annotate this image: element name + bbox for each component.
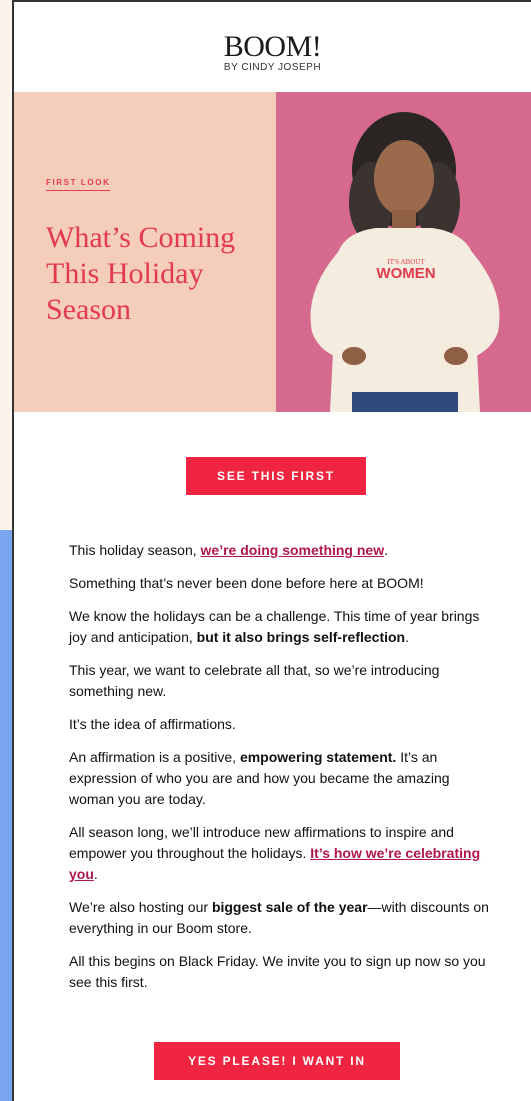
hero-banner: FIRST LOOK What’s Coming This Holiday Se… — [14, 92, 531, 412]
see-this-first-button[interactable]: SEE THIS FIRST — [186, 457, 366, 495]
paragraph-1: This holiday season, we’re doing somethi… — [69, 542, 388, 558]
hero-image[interactable]: IT'S ABOUT WOMEN — [276, 92, 531, 412]
paragraph-3: We know the holidays can be a challenge.… — [69, 608, 480, 645]
brand-logo[interactable]: BOOM! — [14, 30, 531, 64]
yes-please-button[interactable]: YES PLEASE! I WANT IN — [154, 1042, 400, 1080]
doing-something-new-link[interactable]: we’re doing something new — [201, 542, 385, 558]
paragraph-9: All this begins on Black Friday. We invi… — [69, 953, 486, 990]
kicker-label: FIRST LOOK — [46, 178, 111, 191]
paragraph-2: Something that’s never been done before … — [69, 575, 424, 591]
paragraph-5: It’s the idea of affirmations. — [69, 716, 236, 732]
background-strip — [0, 530, 12, 1101]
paragraph-6: An affirmation is a positive, empowering… — [69, 749, 450, 807]
email-body: BOOM! BY CINDY JOSEPH FIRST LOOK What’s … — [12, 0, 531, 1101]
hero-text-panel: FIRST LOOK What’s Coming This Holiday Se… — [14, 92, 276, 412]
paragraph-8: We’re also hosting our biggest sale of t… — [69, 899, 489, 936]
paragraph-7: All season long, we’ll introduce new aff… — [69, 824, 481, 882]
shirt-big-text: WOMEN — [376, 265, 435, 282]
paragraph-4: This year, we want to celebrate all that… — [69, 662, 440, 699]
brand-subtitle: BY CINDY JOSEPH — [223, 62, 322, 73]
hero-headline: What’s Coming This Holiday Season — [46, 221, 236, 326]
woman-photo-illustration: IT'S ABOUT WOMEN — [276, 92, 531, 412]
header: BOOM! BY CINDY JOSEPH — [14, 2, 531, 92]
email-copy: This holiday season, we’re doing somethi… — [69, 540, 489, 1005]
